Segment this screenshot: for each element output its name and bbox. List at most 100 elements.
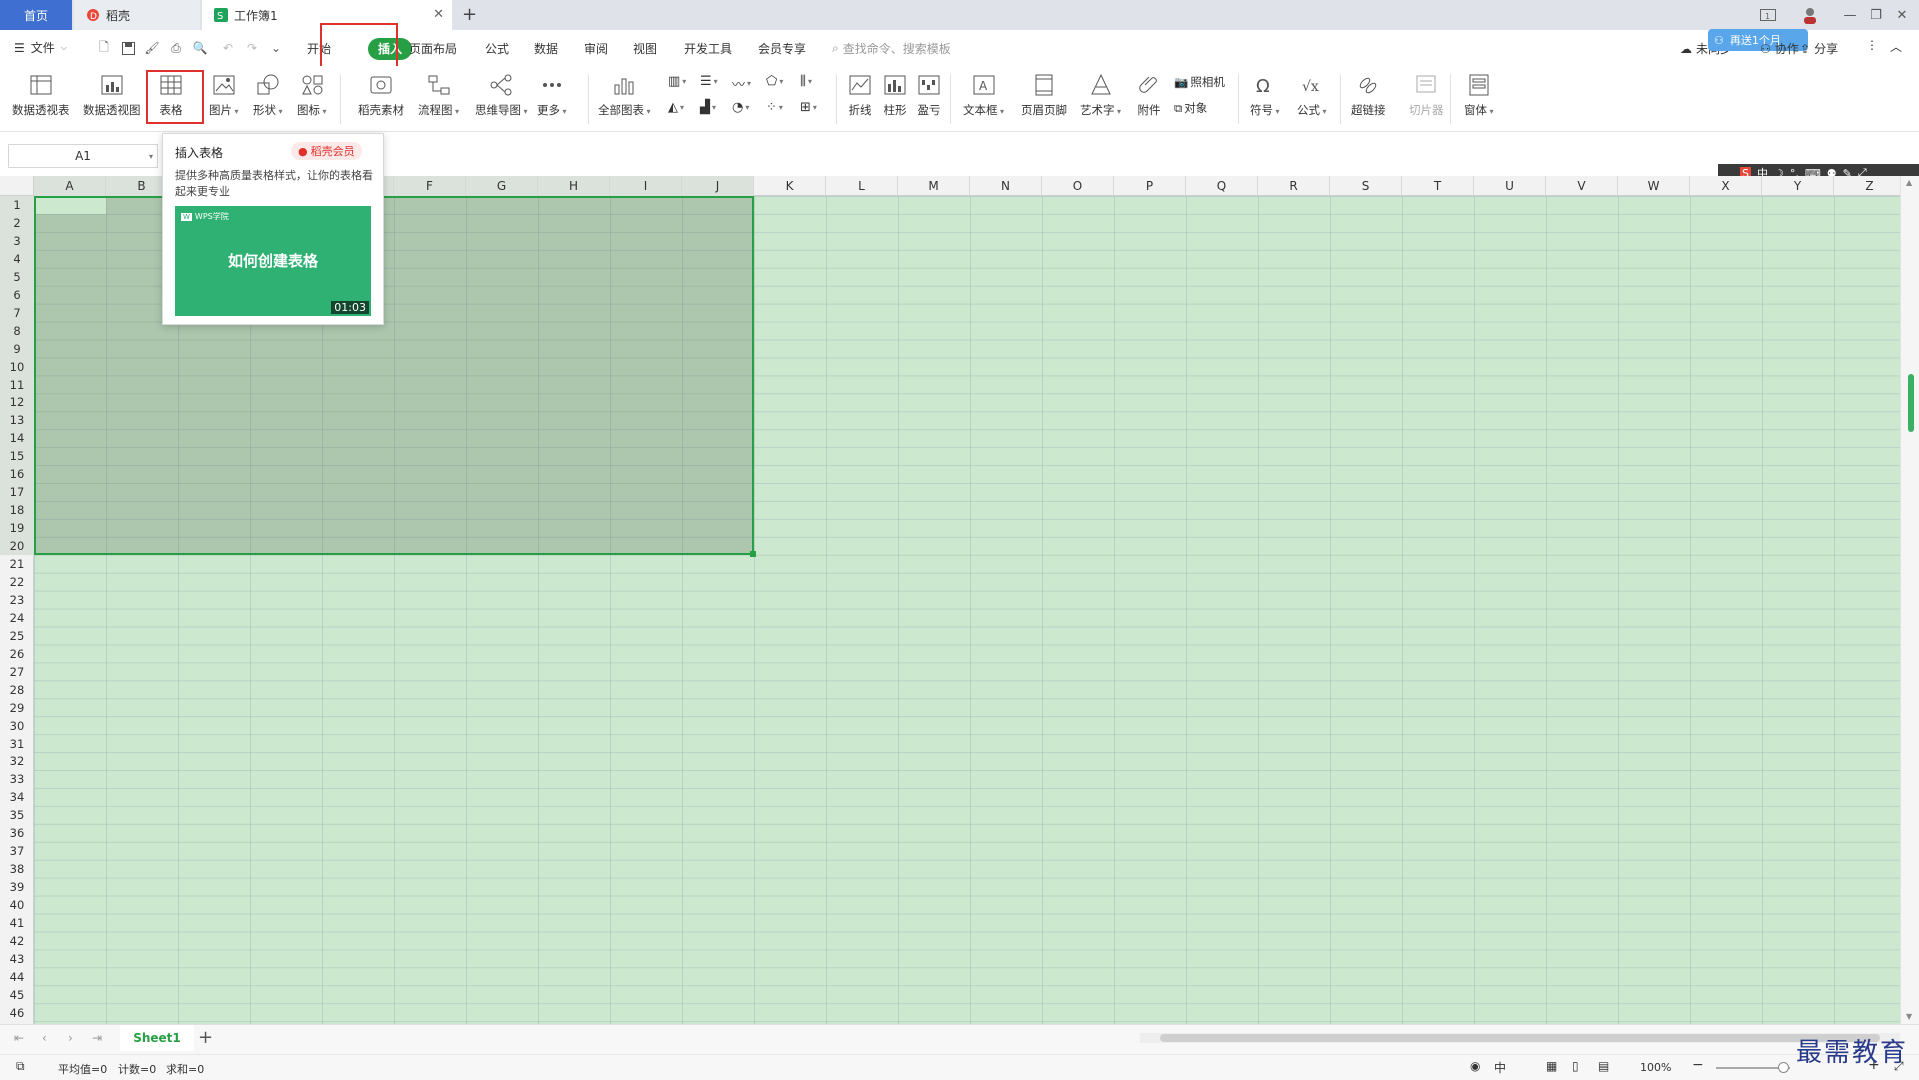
combo-chart-button[interactable]: ▟ ▾ [700, 100, 716, 115]
menu-tab-4[interactable]: 数据 [534, 38, 558, 60]
row-header-1[interactable]: 1 [0, 196, 34, 214]
header-footer-button[interactable]: 页眉页脚 [1021, 70, 1067, 118]
shape-button[interactable]: 形状 ▾ [253, 70, 283, 118]
sparkline-line-button[interactable]: 折线 [847, 70, 873, 118]
row-header-37[interactable]: 37 [0, 842, 34, 860]
save-icon[interactable] [120, 40, 136, 56]
row-header-5[interactable]: 5 [0, 267, 34, 286]
menu-tab-5[interactable]: 审阅 [584, 38, 608, 60]
new-doc-icon[interactable]: 🗋 [96, 40, 112, 56]
row-header-42[interactable]: 42 [0, 932, 34, 950]
normal-view-icon[interactable]: ▦ [1546, 1059, 1557, 1073]
window-mode-icon[interactable]: 1 [1758, 5, 1778, 25]
row-header-16[interactable]: 16 [0, 465, 34, 484]
row-header-15[interactable]: 15 [0, 447, 34, 466]
column-header-Q[interactable]: Q [1186, 176, 1258, 196]
column-header-S[interactable]: S [1330, 176, 1402, 196]
column-header-O[interactable]: O [1042, 176, 1114, 196]
close-tab-icon[interactable]: ✕ [433, 7, 444, 22]
row-header-38[interactable]: 38 [0, 860, 34, 878]
first-sheet-icon[interactable]: ⇤ [14, 1031, 24, 1045]
row-header-32[interactable]: 32 [0, 752, 34, 770]
menu-tab-6[interactable]: 视图 [633, 38, 657, 60]
row-header-17[interactable]: 17 [0, 483, 34, 502]
icon-button[interactable]: 图标 ▾ [297, 70, 327, 118]
page-break-view-icon[interactable]: ▤ [1598, 1059, 1609, 1073]
customize-icon[interactable]: ⌄ [268, 40, 284, 56]
all-charts-button[interactable]: 全部图表 ▾ [598, 70, 651, 118]
row-header-18[interactable]: 18 [0, 501, 34, 520]
row-header-46[interactable]: 46 [0, 1004, 34, 1022]
collapse-ribbon-icon[interactable]: ︿ [1890, 38, 1902, 55]
member-badge[interactable]: ● 稻壳会员 [291, 142, 362, 160]
line-chart-button[interactable]: 〰 ▾ [732, 74, 751, 93]
fill-handle[interactable] [750, 551, 756, 557]
other-chart-button[interactable]: ⊞ ▾ [800, 100, 817, 115]
zoom-out-icon[interactable]: − [1692, 1057, 1704, 1073]
scatter-chart-button[interactable]: ⁘ ▾ [766, 100, 783, 115]
equation-button[interactable]: √x 公式 ▾ [1297, 70, 1327, 118]
row-header-25[interactable]: 25 [0, 627, 34, 645]
row-header-40[interactable]: 40 [0, 896, 34, 914]
column-header-P[interactable]: P [1114, 176, 1186, 196]
user-avatar[interactable] [1800, 5, 1820, 25]
row-header-20[interactable]: 20 [0, 537, 34, 556]
column-header-T[interactable]: T [1402, 176, 1474, 196]
pie-chart-button[interactable]: ◔ ▾ [732, 100, 749, 115]
row-header-41[interactable]: 41 [0, 914, 34, 932]
sheet-tab-active[interactable]: Sheet1 [120, 1025, 194, 1051]
row-header-7[interactable]: 7 [0, 303, 34, 322]
daoke-material-button[interactable]: 稻壳素材 [358, 70, 404, 118]
row-header-11[interactable]: 11 [0, 375, 34, 394]
row-header-44[interactable]: 44 [0, 968, 34, 986]
prev-sheet-icon[interactable]: ‹ [42, 1031, 47, 1045]
tutorial-video-thumbnail[interactable]: W WPS学院 如何创建表格 01:03 [175, 206, 371, 316]
radar-chart-button[interactable]: ⬠ ▾ [766, 74, 783, 89]
close-window-icon[interactable]: ✕ [1892, 5, 1912, 25]
row-header-24[interactable]: 24 [0, 609, 34, 627]
collab-button[interactable]: ⚇ 协作 [1760, 40, 1799, 57]
menu-tab-2[interactable]: 页面布局 [409, 38, 457, 60]
stock-chart-button[interactable]: ⫼ ▾ [800, 74, 812, 89]
horizontal-scrollbar[interactable] [1140, 1033, 1900, 1043]
scroll-down-icon[interactable]: ▼ [1906, 1012, 1912, 1021]
attachment-button[interactable]: 附件 [1136, 70, 1162, 118]
row-header-12[interactable]: 12 [0, 393, 34, 412]
row-header-30[interactable]: 30 [0, 717, 34, 735]
row-header-10[interactable]: 10 [0, 357, 34, 376]
undo-icon[interactable]: ↶ [220, 40, 236, 56]
column-header-A[interactable]: A [34, 176, 106, 196]
zoom-slider[interactable] [1716, 1062, 1790, 1073]
column-header-R[interactable]: R [1258, 176, 1330, 196]
column-header-N[interactable]: N [970, 176, 1042, 196]
hscroll-thumb[interactable] [1160, 1034, 1880, 1042]
hyperlink-button[interactable]: 超链接 [1351, 70, 1386, 118]
more-options-icon[interactable]: ⋮ [1866, 38, 1878, 52]
row-header-2[interactable]: 2 [0, 213, 34, 232]
slicer-button[interactable]: 切片器 [1409, 70, 1444, 118]
wordart-button[interactable]: 艺术字 ▾ [1080, 70, 1121, 118]
menu-tab-3[interactable]: 公式 [485, 38, 509, 60]
zoom-slider-knob[interactable] [1778, 1062, 1789, 1073]
pivot-table-button[interactable]: 数据透视表 [12, 70, 70, 118]
row-header-43[interactable]: 43 [0, 950, 34, 968]
new-tab-button[interactable]: + [462, 4, 477, 25]
file-menu[interactable]: ☰ 文件 ⌵ [14, 39, 67, 56]
sparkline-winloss-button[interactable]: 盈亏 [916, 70, 942, 118]
row-header-28[interactable]: 28 [0, 681, 34, 699]
row-header-45[interactable]: 45 [0, 986, 34, 1004]
add-sheet-button[interactable]: + [198, 1027, 213, 1048]
row-header-33[interactable]: 33 [0, 770, 34, 788]
row-header-4[interactable]: 4 [0, 249, 34, 268]
print-icon[interactable]: ⎙ [168, 40, 184, 56]
menu-tab-8[interactable]: 会员专享 [758, 38, 806, 60]
symbol-button[interactable]: Ω 符号 ▾ [1250, 70, 1280, 118]
redo-icon[interactable]: ↷ [244, 40, 260, 56]
zoom-level[interactable]: 100% [1640, 1061, 1671, 1074]
column-header-K[interactable]: K [754, 176, 826, 196]
row-header-13[interactable]: 13 [0, 411, 34, 430]
last-sheet-icon[interactable]: ⇥ [92, 1031, 102, 1045]
input-mode-icon[interactable]: 中 [1494, 1059, 1506, 1076]
share-button[interactable]: ⇪ 分享 [1800, 40, 1838, 57]
tab-home[interactable]: 首页 [0, 0, 72, 30]
